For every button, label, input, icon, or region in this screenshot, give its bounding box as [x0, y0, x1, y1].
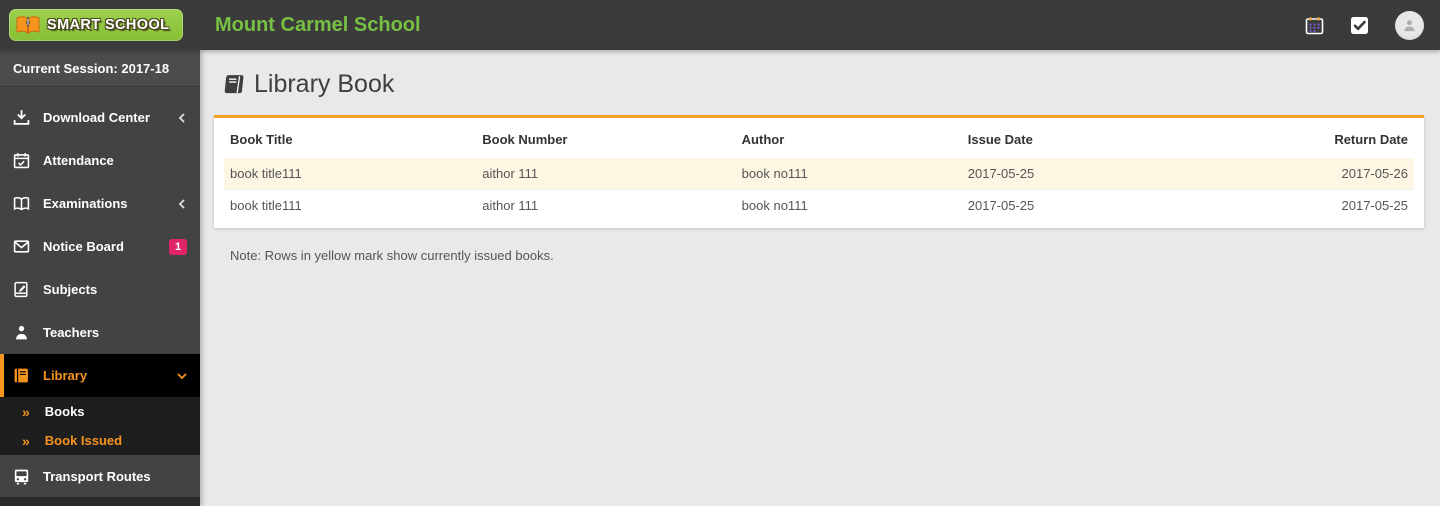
submenu-item-label: Book Issued — [44, 433, 123, 448]
bus-icon — [13, 468, 30, 485]
library-book-icon — [222, 73, 245, 96]
col-book-title: Book Title — [230, 132, 293, 147]
double-arrow-icon: » — [22, 432, 30, 449]
col-author: Author — [741, 132, 785, 147]
table-row: book title111 aithor 111 book no111 2017… — [224, 189, 1414, 221]
calendar-icon[interactable] — [1305, 16, 1324, 35]
sidebar-menu: Download Center Attendance Examinations … — [0, 87, 200, 498]
table-row: book title111 aithor 111 book no111 2017… — [224, 158, 1414, 190]
cell-return-date: 2017-05-25 — [1211, 189, 1414, 221]
chevron-down-icon — [177, 371, 187, 381]
col-return-date: Return Date — [1334, 132, 1408, 147]
smart-school-logo[interactable]: SMART SCHOOL — [9, 9, 184, 41]
chevron-left-icon — [177, 112, 187, 123]
topbar: SMART SCHOOL Mount Carmel School — [0, 0, 1440, 50]
library-submenu: » Books » Book Issued — [0, 397, 200, 455]
teacher-icon — [13, 324, 30, 341]
cell-issue-date: 2017-05-25 — [961, 189, 1212, 221]
page-title: Library Book — [200, 50, 1440, 115]
sidebar-item-teachers[interactable]: Teachers — [0, 311, 200, 354]
sidebar-item-label: Teachers — [43, 325, 100, 340]
col-book-number: Book Number — [482, 132, 568, 147]
sidebar-item-label: Subjects — [43, 282, 98, 297]
submenu-item-books[interactable]: » Books — [0, 397, 200, 426]
sidebar-item-label: Library — [43, 368, 88, 383]
sidebar-item-transport-routes[interactable]: Transport Routes — [0, 455, 200, 498]
cell-author: book no111 — [735, 189, 962, 221]
school-name: Mount Carmel School — [215, 13, 421, 36]
sidebar-item-label: Attendance — [43, 153, 114, 168]
sidebar-item-label: Download Center — [43, 110, 150, 125]
sidebar-item-library[interactable]: Library — [0, 354, 200, 397]
calendar-check-icon — [13, 152, 30, 169]
user-avatar[interactable] — [1395, 10, 1424, 40]
table-header-row: Book Title Book Number Author Issue Date… — [224, 118, 1414, 158]
cell-book-title: book title111 — [224, 189, 477, 221]
sidebar: Current Session: 2017-18 Download Center — [0, 50, 200, 506]
sidebar-item-attendance[interactable]: Attendance — [0, 139, 200, 182]
cell-author: book no111 — [735, 158, 962, 190]
notice-count-badge: 1 — [169, 238, 187, 255]
book-pencil-icon — [13, 281, 30, 298]
double-arrow-icon: » — [22, 403, 30, 420]
main-content: Library Book Book Title Book Number Auth… — [200, 50, 1440, 506]
current-session-label: Current Session: 2017-18 — [0, 50, 200, 87]
cell-book-title: book title111 — [224, 158, 477, 190]
sidebar-item-notice-board[interactable]: Notice Board 1 — [0, 225, 200, 268]
col-issue-date: Issue Date — [967, 132, 1033, 147]
table-note: Note: Rows in yellow mark show currently… — [230, 248, 554, 263]
tasks-check-icon[interactable] — [1350, 16, 1369, 35]
topbar-actions — [1305, 10, 1440, 40]
download-icon — [13, 109, 30, 126]
sidebar-item-download-center[interactable]: Download Center — [0, 96, 200, 139]
books-table: Book Title Book Number Author Issue Date… — [224, 118, 1414, 221]
logo-area: SMART SCHOOL — [0, 0, 200, 50]
cell-issue-date: 2017-05-25 — [961, 158, 1212, 190]
sidebar-item-label: Transport Routes — [43, 469, 151, 484]
sidebar-item-label: Examinations — [43, 196, 128, 211]
logo-text: SMART SCHOOL — [47, 17, 170, 33]
sidebar-item-examinations[interactable]: Examinations — [0, 182, 200, 225]
page-title-text: Library Book — [254, 70, 395, 98]
sidebar-item-label: Notice Board — [43, 239, 124, 254]
submenu-item-book-issued[interactable]: » Book Issued — [0, 426, 200, 455]
cell-book-number: aithor 111 — [476, 158, 736, 190]
cell-return-date: 2017-05-26 — [1211, 158, 1414, 190]
sidebar-item-subjects[interactable]: Subjects — [0, 268, 200, 311]
open-book-icon — [13, 195, 30, 212]
envelope-icon — [13, 238, 30, 255]
chevron-left-icon — [177, 198, 187, 209]
sidebar-bottom-strip — [0, 497, 200, 506]
logo-book-icon — [15, 14, 41, 36]
library-book-card: Book Title Book Number Author Issue Date… — [214, 115, 1424, 228]
submenu-item-label: Books — [44, 404, 85, 419]
cell-book-number: aithor 111 — [476, 189, 736, 221]
book-icon — [13, 367, 30, 384]
